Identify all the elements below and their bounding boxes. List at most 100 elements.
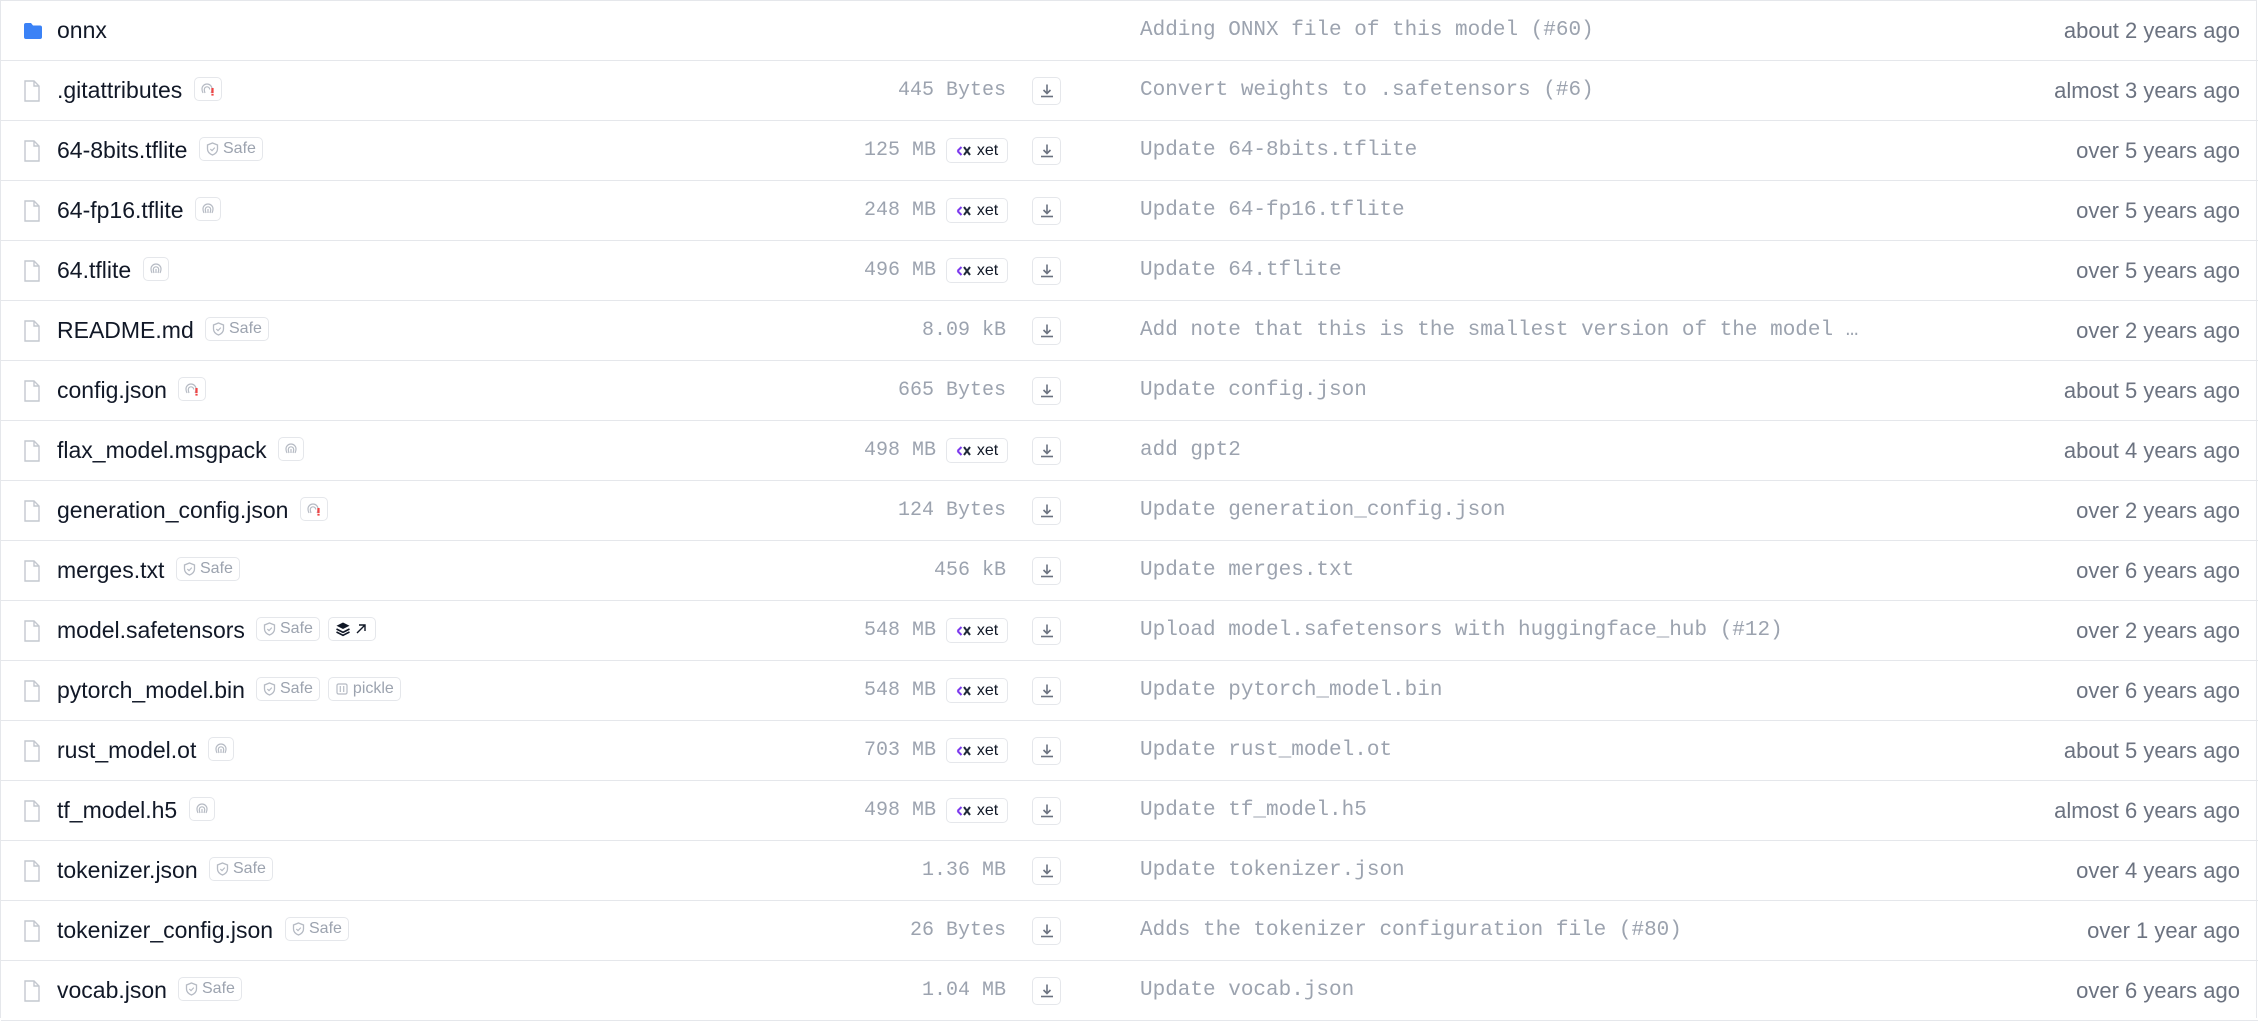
file-row[interactable]: tokenizer_config.json Safe 26 Bytes Adds th… xyxy=(1,901,2258,961)
safe-badge[interactable]: Safe xyxy=(285,917,349,941)
file-name-link[interactable]: rust_model.ot xyxy=(57,721,196,780)
file-name-link[interactable]: tf_model.h5 xyxy=(57,781,177,840)
file-row[interactable]: merges.txt Safe 456 kB Update merges.txt ove… xyxy=(1,541,2258,601)
file-name-link[interactable]: vocab.json xyxy=(57,961,167,1020)
file-row[interactable]: model.safetensors Safe 548 MB xet Upload mod… xyxy=(1,601,2258,661)
commit-message-link[interactable]: Update 64-8bits.tflite xyxy=(1140,121,1860,180)
file-name-link[interactable]: tokenizer_config.json xyxy=(57,901,273,960)
commit-date: over 1 year ago xyxy=(2087,918,2240,943)
file-row[interactable]: README.md Safe 8.09 kB Add note that this i… xyxy=(1,301,2258,361)
safe-badge[interactable]: Safe xyxy=(256,677,320,701)
commit-message-link[interactable]: Update generation_config.json xyxy=(1140,481,1860,540)
file-row[interactable]: 64-fp16.tflite 248 MB xet Update 64-fp16.tf… xyxy=(1,181,2258,241)
commit-message-link[interactable]: Update 64-fp16.tflite xyxy=(1140,181,1860,240)
commit-message-link[interactable]: Adding ONNX file of this model (#60) xyxy=(1140,1,1860,60)
commit-message-link[interactable]: Update pytorch_model.bin xyxy=(1140,661,1860,720)
xet-badge[interactable]: xet xyxy=(946,798,1008,823)
xet-label: xet xyxy=(976,201,999,219)
scan-warning-badge[interactable] xyxy=(300,497,328,521)
commit-date: over 2 years ago xyxy=(2076,318,2240,343)
file-name-link[interactable]: 64.tflite xyxy=(57,241,131,300)
download-button[interactable] xyxy=(1032,437,1061,465)
file-name-link[interactable]: README.md xyxy=(57,301,194,360)
xet-badge[interactable]: xet xyxy=(946,678,1008,703)
xet-badge[interactable]: xet xyxy=(946,198,1008,223)
commit-message-link[interactable]: Update vocab.json xyxy=(1140,961,1860,1020)
file-name-link[interactable]: flax_model.msgpack xyxy=(57,421,267,480)
commit-message-link[interactable]: Add note that this is the smallest versi… xyxy=(1140,301,1860,360)
file-row[interactable]: pytorch_model.bin Safe pickle 548 MB xet Upda… xyxy=(1,661,2258,721)
safe-badge[interactable]: Safe xyxy=(176,557,240,581)
download-button[interactable] xyxy=(1032,677,1061,705)
scan-warning-badge[interactable] xyxy=(178,377,206,401)
file-name-link[interactable]: generation_config.json xyxy=(57,481,288,540)
safe-badge[interactable]: Safe xyxy=(178,977,242,1001)
xet-badge[interactable]: xet xyxy=(946,258,1008,283)
xet-badge[interactable]: xet xyxy=(946,438,1008,463)
file-name-link[interactable]: model.safetensors xyxy=(57,601,245,660)
xet-badge[interactable]: xet xyxy=(946,738,1008,763)
commit-message-link[interactable]: Update merges.txt xyxy=(1140,541,1860,600)
layers-link-badge[interactable] xyxy=(327,617,376,641)
commit-message-link[interactable]: Convert weights to .safetensors (#6) xyxy=(1140,61,1860,120)
safe-badge[interactable]: Safe xyxy=(256,617,320,641)
file-size: 445 Bytes xyxy=(897,79,1006,102)
commit-message-link[interactable]: Update rust_model.ot xyxy=(1140,721,1860,780)
scan-badge[interactable] xyxy=(143,257,169,281)
file-row[interactable]: rust_model.ot 703 MB xet Update rust_model.… xyxy=(1,721,2258,781)
download-button[interactable] xyxy=(1032,737,1061,765)
commit-message-link[interactable]: Update tf_model.h5 xyxy=(1140,781,1860,840)
download-button[interactable] xyxy=(1032,977,1061,1005)
commit-message-link[interactable]: Adds the tokenizer configuration file (#… xyxy=(1140,901,1860,960)
file-name-link[interactable]: onnx xyxy=(57,1,107,60)
safe-badge[interactable]: Safe xyxy=(209,857,273,881)
download-button[interactable] xyxy=(1032,317,1061,345)
scan-badge[interactable] xyxy=(208,737,234,761)
scan-badge[interactable] xyxy=(195,197,221,221)
download-button[interactable] xyxy=(1032,197,1061,225)
download-button[interactable] xyxy=(1032,497,1061,525)
download-button[interactable] xyxy=(1032,557,1061,585)
safe-badge[interactable]: Safe xyxy=(205,317,269,341)
safe-badge[interactable]: Safe xyxy=(199,137,263,161)
file-row[interactable]: 64-8bits.tflite Safe 125 MB xet Update 64-8b… xyxy=(1,121,2258,181)
file-name-link[interactable]: tokenizer.json xyxy=(57,841,198,900)
file-name-link[interactable]: config.json xyxy=(57,361,167,420)
download-button[interactable] xyxy=(1032,377,1061,405)
scan-badge[interactable] xyxy=(189,797,215,821)
commit-message-link[interactable]: add gpt2 xyxy=(1140,421,1860,480)
file-icon xyxy=(23,980,43,1002)
file-row[interactable]: config.json 665 Bytes Update config.json ab… xyxy=(1,361,2258,421)
download-button[interactable] xyxy=(1032,137,1061,165)
file-row[interactable]: .gitattributes 445 Bytes Convert weights t… xyxy=(1,61,2258,121)
file-row[interactable]: 64.tflite 496 MB xet Update 64.tflite over 5… xyxy=(1,241,2258,301)
commit-message-link[interactable]: Update 64.tflite xyxy=(1140,241,1860,300)
file-row[interactable]: tokenizer.json Safe 1.36 MB Update tokenize… xyxy=(1,841,2258,901)
download-button[interactable] xyxy=(1032,857,1061,885)
commit-message-link[interactable]: Update config.json xyxy=(1140,361,1860,420)
download-button[interactable] xyxy=(1032,917,1061,945)
pickle-badge[interactable]: pickle xyxy=(327,677,401,701)
file-name-link[interactable]: 64-fp16.tflite xyxy=(57,181,184,240)
commit-message-link[interactable]: Upload model.safetensors with huggingfac… xyxy=(1140,601,1860,660)
commit-date: over 5 years ago xyxy=(2076,138,2240,163)
download-button[interactable] xyxy=(1032,77,1061,105)
xet-badge[interactable]: xet xyxy=(946,138,1008,163)
scan-warning-badge[interactable] xyxy=(194,77,222,101)
download-button[interactable] xyxy=(1032,257,1061,285)
file-row[interactable]: tf_model.h5 498 MB xet Update tf_model.h5 al… xyxy=(1,781,2258,841)
badge-label: pickle xyxy=(352,680,394,697)
file-row[interactable]: flax_model.msgpack 498 MB xet add gpt2 about… xyxy=(1,421,2258,481)
file-name-link[interactable]: pytorch_model.bin xyxy=(57,661,245,720)
folder-row[interactable]: onnx Adding ONNX file of this model (#60)… xyxy=(1,1,2258,61)
file-name-link[interactable]: .gitattributes xyxy=(57,61,182,120)
commit-message-link[interactable]: Update tokenizer.json xyxy=(1140,841,1860,900)
download-button[interactable] xyxy=(1032,797,1061,825)
xet-badge[interactable]: xet xyxy=(946,618,1008,643)
file-name-link[interactable]: 64-8bits.tflite xyxy=(57,121,187,180)
scan-badge[interactable] xyxy=(278,437,304,461)
file-row[interactable]: generation_config.json 124 Bytes Update ge… xyxy=(1,481,2258,541)
file-row[interactable]: vocab.json Safe 1.04 MB Update vocab.json ov… xyxy=(1,961,2258,1021)
download-button[interactable] xyxy=(1032,617,1061,645)
file-name-link[interactable]: merges.txt xyxy=(57,541,164,600)
